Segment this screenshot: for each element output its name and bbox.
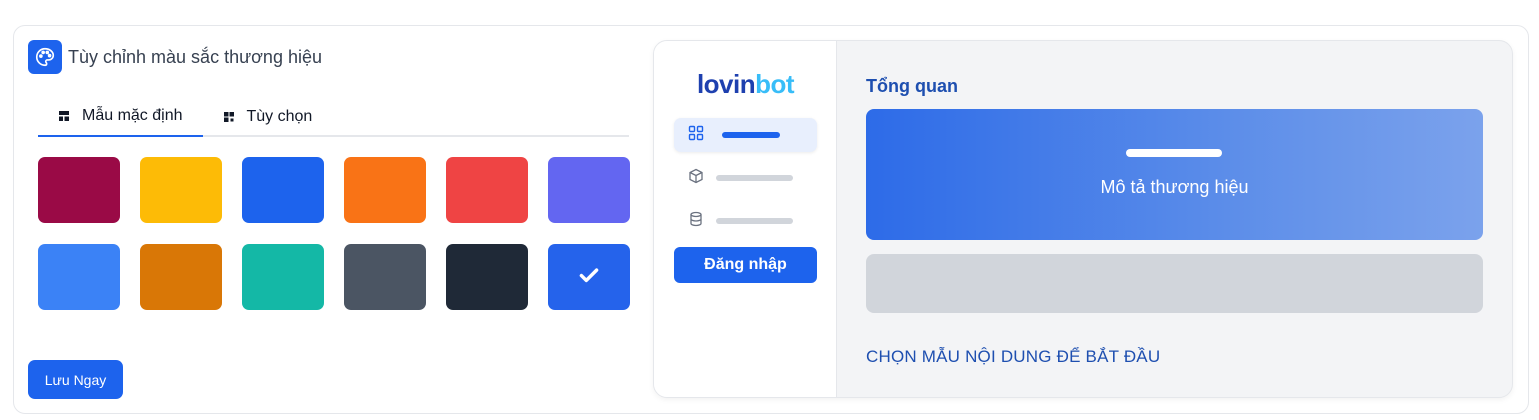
dashboard-icon [688, 125, 704, 146]
tab-label: Tùy chọn [246, 107, 313, 125]
color-swatch[interactable] [38, 157, 120, 223]
nav-placeholder-bar [716, 175, 793, 181]
preview-page-title: Tổng quan [866, 76, 958, 96]
color-swatch[interactable] [548, 244, 630, 310]
color-swatch[interactable] [38, 244, 120, 310]
color-swatch[interactable] [446, 244, 528, 310]
color-swatch[interactable] [242, 157, 324, 223]
preview-hero-banner: Mô tả thương hiệu [866, 109, 1483, 240]
tab-bar: Mẫu mặc định Tùy chọn [38, 96, 629, 137]
save-button[interactable]: Lưu Ngay [28, 360, 123, 399]
hero-description: Mô tả thương hiệu [1100, 177, 1249, 197]
preview-content-placeholder [866, 254, 1483, 313]
color-swatch[interactable] [242, 244, 324, 310]
color-swatch[interactable] [344, 244, 426, 310]
hero-placeholder-bar [1126, 149, 1222, 157]
palette-icon [28, 40, 62, 74]
color-swatch[interactable] [140, 244, 222, 310]
preview-nav-item-data[interactable] [674, 204, 817, 238]
card-title: Tùy chỉnh màu sắc thương hiệu [68, 46, 322, 67]
preview-sidebar: lovinbot Đăng nhập [654, 41, 837, 397]
color-swatch[interactable] [344, 157, 426, 223]
card-header: Tùy chỉnh màu sắc thương hiệu [28, 40, 322, 74]
color-swatch[interactable] [548, 157, 630, 223]
login-button[interactable]: Đăng nhập [674, 247, 817, 283]
database-icon [688, 211, 704, 232]
nav-placeholder-bar [716, 218, 793, 224]
checkmark-icon [576, 262, 602, 293]
preview-nav-item-products[interactable] [674, 161, 817, 195]
tab-default-templates[interactable]: Mẫu mặc định [38, 96, 203, 137]
brand-preview: lovinbot Đăng nhập Tổng quan Mô tả thươn… [653, 40, 1513, 398]
preview-cta-text[interactable]: CHỌN MẪU NỘI DUNG ĐỂ BẮT ĐẦU [866, 347, 1160, 367]
nav-placeholder-bar [722, 132, 780, 138]
layout-icon [58, 110, 70, 122]
color-swatch[interactable] [140, 157, 222, 223]
tab-label: Mẫu mặc định [82, 106, 183, 124]
grid-icon [223, 111, 235, 123]
tab-custom[interactable]: Tùy chọn [203, 96, 333, 137]
box-icon [688, 168, 704, 189]
color-swatch[interactable] [446, 157, 528, 223]
color-swatch-grid [38, 157, 630, 310]
lovinbot-logo: lovinbot [696, 69, 795, 99]
preview-nav-item-dashboard[interactable] [674, 118, 817, 152]
